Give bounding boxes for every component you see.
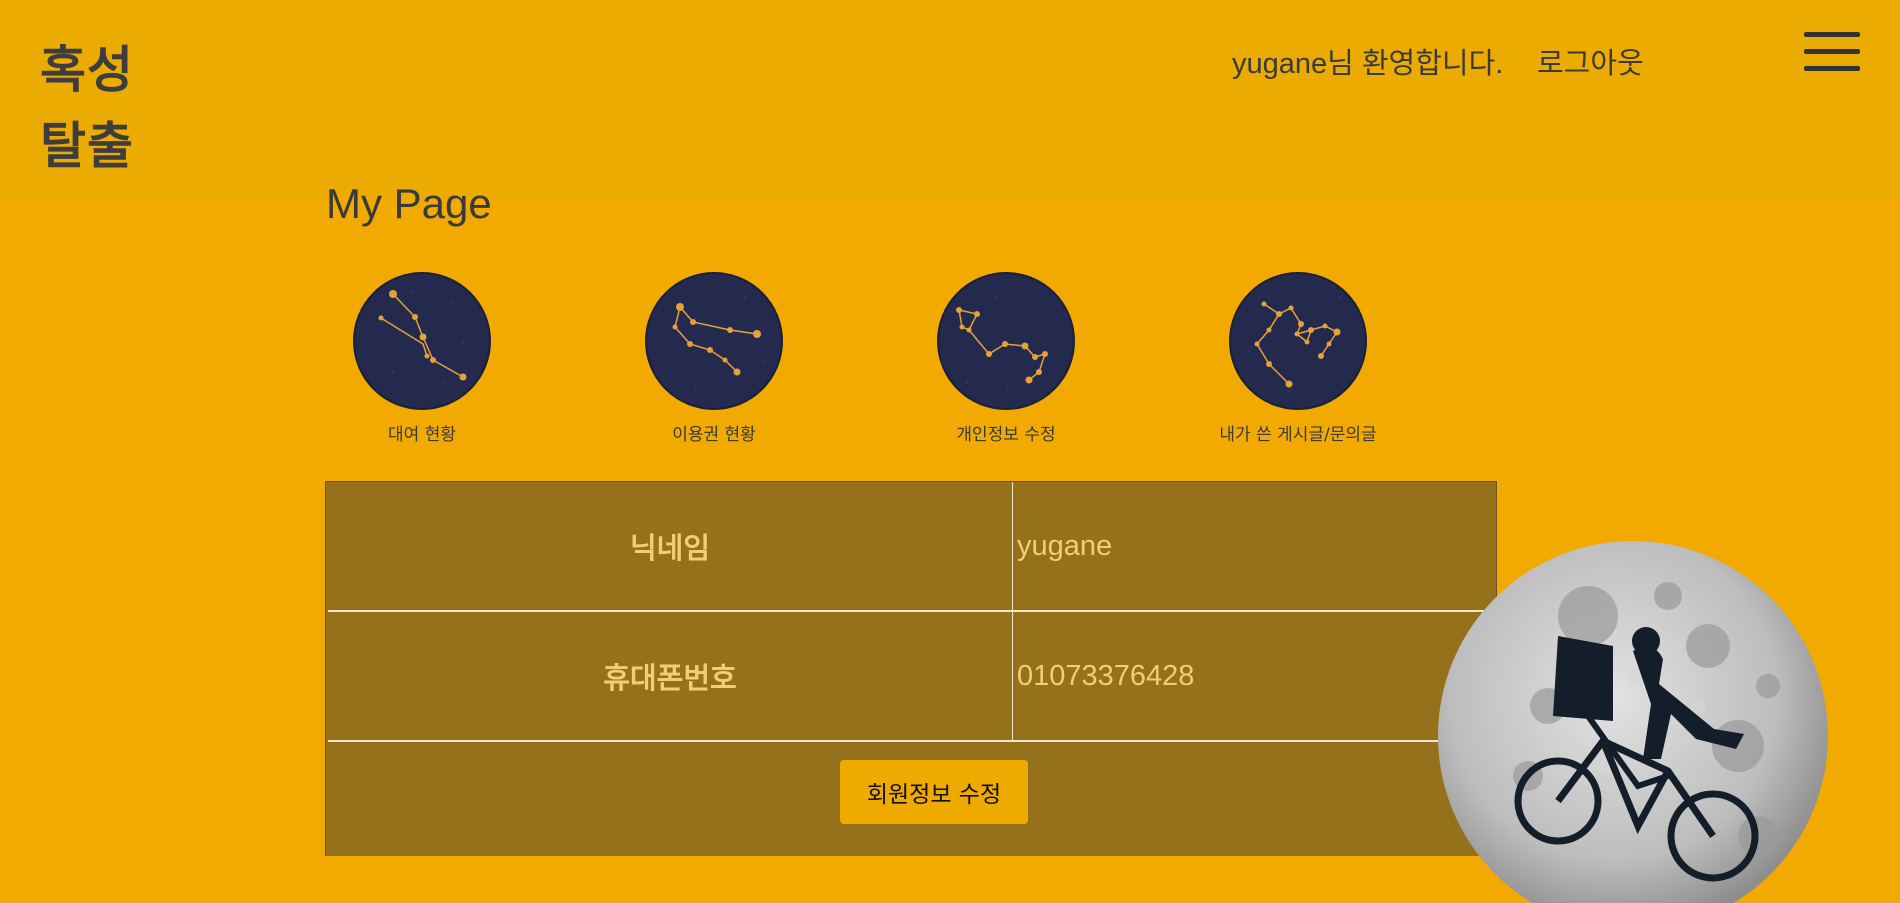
menu-label: 개인정보 수정 <box>956 425 1056 445</box>
welcome-message: yugane님 환영합니다. <box>1232 48 1504 80</box>
logo-line-2: 탈출 <box>40 117 134 175</box>
constellation-icon <box>1229 272 1367 410</box>
phone-row: 휴대폰번호 01073376428 <box>328 612 1494 742</box>
site-logo[interactable]: 혹성 탈출 <box>40 32 134 184</box>
constellation-icon <box>645 272 783 410</box>
menu-rental-status[interactable]: 대여 현황 <box>307 272 537 445</box>
page-title: My Page <box>326 180 492 227</box>
menu-label: 이용권 현황 <box>672 425 756 445</box>
constellation-icon <box>353 272 491 410</box>
menu-edit-profile[interactable]: 개인정보 수정 <box>891 272 1121 445</box>
constellation-icon <box>937 272 1075 410</box>
menu-label: 내가 쓴 게시글/문의글 <box>1219 425 1377 445</box>
nickname-label: 닉네임 <box>328 482 1013 610</box>
header-bar <box>0 0 1900 198</box>
menu-my-posts[interactable]: 내가 쓴 게시글/문의글 <box>1183 272 1413 445</box>
edit-member-info-button[interactable]: 회원정보 수정 <box>840 760 1028 824</box>
hamburger-menu-icon[interactable] <box>1804 32 1860 72</box>
nickname-row: 닉네임 yugane <box>328 482 1494 612</box>
logo-line-1: 혹성 <box>40 41 134 99</box>
phone-value: 01073376428 <box>1017 659 1195 692</box>
logout-link[interactable]: 로그아웃 <box>1537 40 1644 82</box>
nickname-value: yugane <box>1017 529 1113 562</box>
moon-bicycle-image <box>1438 541 1828 903</box>
menu-pass-status[interactable]: 이용권 현황 <box>599 272 829 445</box>
menu-label: 대여 현황 <box>388 425 456 445</box>
phone-label: 휴대폰번호 <box>328 612 1013 740</box>
